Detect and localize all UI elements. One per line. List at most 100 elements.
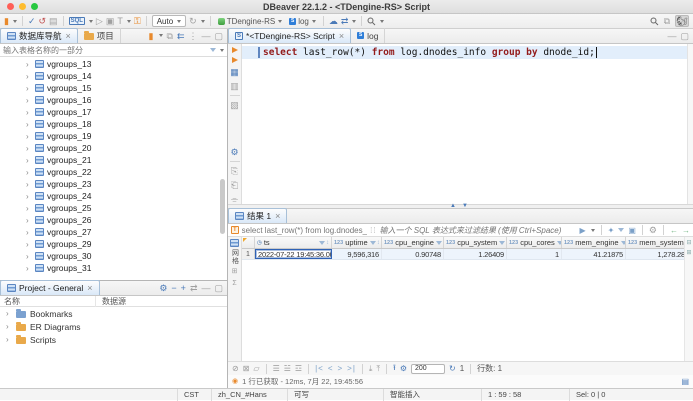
chevron-right-icon[interactable]: › — [26, 72, 32, 81]
sql-edit-area[interactable]: select last_row(*) from log.dnodes_info … — [242, 44, 693, 204]
chevron-right-icon[interactable]: › — [26, 60, 32, 69]
filter-sort-icons[interactable]: ↕ — [436, 240, 444, 246]
column-datasource-header[interactable]: 数据源 — [96, 296, 126, 307]
chevron-right-icon[interactable]: › — [26, 204, 32, 213]
chevron-right-icon[interactable]: › — [6, 322, 12, 331]
filter-caret-icon[interactable] — [220, 49, 224, 52]
close-icon[interactable]: × — [275, 211, 280, 221]
query-reference[interactable]: select last_row(*) from log.dnodes_ — [242, 226, 367, 235]
dbeaver-perspective-button[interactable]: 🐿 — [675, 15, 689, 27]
chevron-right-icon[interactable]: › — [26, 240, 32, 249]
tree-item-vgroups_23[interactable]: ›vgroups_23 — [0, 178, 217, 190]
chevron-right-icon[interactable]: › — [26, 108, 32, 117]
new-connection-caret-icon[interactable] — [159, 34, 163, 37]
prev-row-icon[interactable]: < — [328, 364, 334, 373]
delete-row-icon[interactable]: ☲ — [295, 364, 302, 373]
table-row[interactable]: 12022-07-22 19:45:36.0009,596,3160.90748… — [242, 249, 693, 260]
driver-icon[interactable]: ▮ — [4, 16, 9, 26]
tree-item-vgroups_22[interactable]: ›vgroups_22 — [0, 166, 217, 178]
tree-item-vgroups_16[interactable]: ›vgroups_16 — [0, 94, 217, 106]
tree-item-vgroups_29[interactable]: ›vgroups_29 — [0, 238, 217, 250]
execute-script-icon[interactable]: ▦ — [230, 67, 239, 77]
column-header-mem_system[interactable]: 123mem_system↕ — [626, 237, 688, 248]
transaction-log-icon[interactable]: ▤ — [49, 16, 58, 26]
column-sort-icon[interactable]: ↕ — [377, 240, 380, 246]
execute-new-tab-icon[interactable] — [232, 57, 238, 63]
tab-results-1[interactable]: 结果 1 × — [228, 208, 287, 223]
load-from-file-icon[interactable]: ⎗ — [231, 180, 238, 190]
last-row-icon[interactable]: >| — [347, 364, 356, 373]
filter-sort-icons[interactable]: ↕ — [370, 240, 380, 246]
expand-icon[interactable]: + — [181, 283, 186, 293]
refresh-tree-icon[interactable]: ⋮ — [188, 31, 197, 41]
chevron-right-icon[interactable]: › — [26, 180, 32, 189]
execute-statement-icon[interactable] — [232, 47, 238, 53]
save-to-file-icon[interactable]: ⎘ — [231, 166, 238, 176]
first-row-icon[interactable]: |< — [315, 364, 324, 373]
filter-history-caret-icon[interactable] — [591, 229, 595, 232]
panel-toggle-icon[interactable]: ⊟ — [686, 239, 691, 246]
rename-script-icon[interactable]: ⌯ — [231, 194, 238, 204]
save-filter-icon[interactable]: ✦ — [608, 226, 615, 235]
new-connection-icon[interactable]: ▮ — [149, 31, 154, 41]
project-item-er-diagrams[interactable]: ›ER Diagrams — [0, 320, 227, 333]
column-header-mem_engine[interactable]: 123mem_engine↕ — [562, 237, 626, 248]
maximize-view-icon[interactable]: ▢ — [214, 31, 223, 41]
tree-item-vgroups_13[interactable]: ›vgroups_13 — [0, 58, 217, 70]
fetch-size-input[interactable] — [411, 364, 445, 374]
grid-view-label[interactable]: 网格 — [230, 249, 240, 265]
grid-corner-cell[interactable] — [242, 237, 255, 248]
close-icon[interactable]: × — [87, 283, 92, 293]
next-row-icon[interactable]: > — [338, 364, 344, 373]
tree-item-vgroups_15[interactable]: ›vgroups_15 — [0, 82, 217, 94]
collapse-all-icon[interactable]: ⇇ — [177, 31, 185, 41]
chevron-right-icon[interactable]: › — [26, 252, 32, 261]
filter-sort-icons[interactable]: ↕ — [319, 240, 329, 246]
chevron-right-icon[interactable]: › — [26, 264, 32, 273]
minimize-editor-icon[interactable]: — — [667, 31, 676, 41]
open-editor-icon[interactable]: ⧉ — [664, 16, 670, 26]
chevron-right-icon[interactable]: › — [26, 168, 32, 177]
commit-mode-combo[interactable]: Auto — [152, 15, 186, 27]
cell-ts[interactable]: 2022-07-22 19:45:36.000 — [255, 249, 332, 259]
close-icon[interactable]: × — [66, 31, 71, 41]
grid-settings-gear-icon[interactable]: ⚙ — [400, 364, 407, 373]
script-from-query-icon[interactable]: ▥ — [230, 81, 239, 91]
chevron-right-icon[interactable]: › — [26, 216, 32, 225]
chevron-right-icon[interactable]: › — [26, 132, 32, 141]
search-icon[interactable] — [367, 17, 376, 26]
maximize-view-icon[interactable]: ▢ — [214, 283, 223, 293]
tree-item-vgroups_19[interactable]: ›vgroups_19 — [0, 130, 217, 142]
project-item-scripts[interactable]: ›Scripts — [0, 333, 227, 346]
compare-caret-icon[interactable] — [352, 20, 356, 23]
tree-item-vgroups_24[interactable]: ›vgroups_24 — [0, 190, 217, 202]
column-filter-icon[interactable] — [370, 241, 376, 245]
chevron-right-icon[interactable]: › — [26, 84, 32, 93]
tab-projects[interactable]: 项目 — [78, 28, 121, 43]
chevron-right-icon[interactable]: › — [26, 192, 32, 201]
tree-item-vgroups_21[interactable]: ›vgroups_21 — [0, 154, 217, 166]
chevron-right-icon[interactable]: › — [6, 309, 12, 318]
caret-position-indicator[interactable]: 1 : 59 : 58 — [482, 389, 570, 401]
chevron-right-icon[interactable]: › — [26, 144, 32, 153]
column-header-cpu_cores[interactable]: 123cpu_cores↕ — [507, 237, 562, 248]
tab-database-navigator[interactable]: 数据库导航 × — [0, 28, 78, 43]
cell-uptime[interactable]: 9,596,316 — [332, 249, 382, 259]
search-caret-icon[interactable] — [380, 20, 384, 23]
tree-item-vgroups_30[interactable]: ›vgroups_30 — [0, 250, 217, 262]
chevron-right-icon[interactable]: › — [26, 120, 32, 129]
forward-icon[interactable]: → — [682, 226, 690, 235]
back-icon[interactable]: ← — [670, 226, 678, 235]
close-icon[interactable]: × — [339, 31, 344, 41]
sql-statement[interactable]: select last_row(*) from log.dnodes_info … — [263, 47, 595, 58]
results-grid[interactable]: ◷ts↕123uptime↕123cpu_engine↕123cpu_syste… — [242, 237, 693, 361]
grid-view-icon[interactable] — [230, 239, 239, 247]
column-header-cpu_engine[interactable]: 123cpu_engine↕ — [382, 237, 444, 248]
options-gear-icon[interactable]: ⚙ — [649, 225, 657, 235]
fetch-page-icon[interactable]: ⤓ — [369, 364, 373, 374]
explain-plan-icon[interactable]: ▧ — [230, 100, 239, 110]
driver-caret-icon[interactable] — [13, 20, 17, 23]
compare-icon[interactable]: ⇄ — [341, 16, 349, 26]
maximize-editor-icon[interactable]: ▢ — [680, 31, 689, 41]
cell-cpu_system[interactable]: 1.26409 — [444, 249, 507, 259]
